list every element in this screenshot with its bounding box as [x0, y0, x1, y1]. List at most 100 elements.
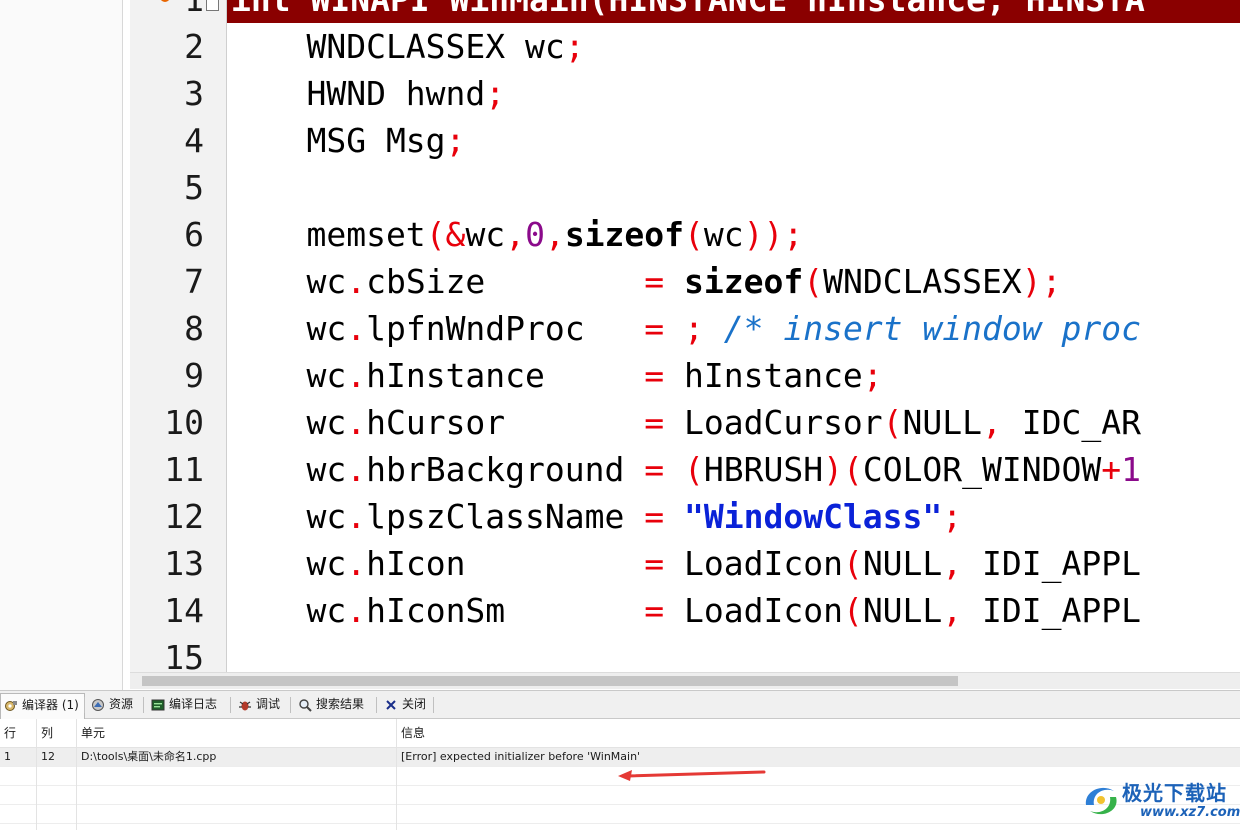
code-token: NULL: [862, 591, 943, 630]
close-icon: [386, 700, 396, 710]
code-token: );: [1021, 262, 1062, 301]
code-token: =: [644, 544, 665, 583]
code-token: .: [346, 591, 367, 630]
code-token: WNDCLASSEX: [823, 262, 1022, 301]
error-highlighted-line[interactable]: int WINAPI WinMain(HINSTANCE hInstance, …: [227, 0, 1240, 23]
tab-divider: [290, 697, 291, 713]
table-header: 行 列 单元 信息: [0, 719, 1240, 748]
line-number: 14: [164, 591, 204, 630]
code-token: (: [882, 403, 903, 442]
code-token: /* insert window proc: [723, 309, 1141, 348]
code-token: wc: [227, 262, 347, 301]
column-header-message[interactable]: 信息: [397, 719, 1240, 747]
code-token: LoadIcon: [664, 544, 843, 583]
fold-marker-icon[interactable]: [206, 0, 219, 11]
code-token: (: [684, 215, 704, 254]
code-token: memset: [227, 215, 426, 254]
code-line[interactable]: wc.hCursor = LoadCursor(NULL, IDC_AR: [227, 399, 1141, 446]
code-line[interactable]: wc.hbrBackground = (HBRUSH)(COLOR_WINDOW…: [227, 446, 1141, 493]
column-header-line[interactable]: 行: [0, 719, 36, 747]
code-token: wc: [703, 215, 744, 254]
code-token: ,: [982, 403, 1002, 442]
line-number: 1: [130, 0, 204, 23]
swirl-logo-icon: [1085, 787, 1117, 815]
column-divider: [76, 719, 77, 830]
tab-divider: [433, 697, 434, 713]
column-divider: [36, 719, 37, 830]
table-row[interactable]: [0, 786, 1240, 805]
code-token: ,: [942, 591, 963, 630]
tab-divider: [84, 697, 85, 713]
code-line[interactable]: wc.hIcon = LoadIcon(NULL, IDI_APPL: [227, 540, 1141, 587]
code-token: HBRUSH: [703, 450, 824, 489]
annotation-arrow-icon: [618, 770, 766, 781]
tab-compile-log[interactable]: 编译日志: [148, 694, 217, 715]
column-divider: [396, 719, 397, 830]
line-number: 13: [164, 544, 204, 583]
code-line[interactable]: wc.lpszClassName = "WindowClass";: [227, 493, 962, 540]
code-token: LoadIcon: [664, 591, 843, 630]
cell-line: 1: [4, 750, 11, 763]
code-token: wc: [227, 309, 347, 348]
code-token: 1: [1121, 450, 1141, 489]
code-editor[interactable]: 1 23456789101112131415 int WINAPI WinMai…: [0, 0, 1240, 690]
tab-debug[interactable]: 调试: [235, 694, 280, 715]
code-token: ;: [564, 27, 585, 66]
code-token: hIcon: [366, 544, 645, 583]
code-token: +: [1101, 450, 1122, 489]
cell-col: 12: [41, 750, 55, 763]
line-number: 4: [184, 121, 204, 160]
code-token: =: [644, 497, 665, 536]
tab-label: 搜索结果: [316, 697, 365, 711]
project-pane[interactable]: [0, 0, 123, 690]
column-header-col[interactable]: 列: [37, 719, 77, 747]
code-area[interactable]: int WINAPI WinMain(HINSTANCE hInstance, …: [227, 0, 1240, 672]
code-line[interactable]: memset(&wc,0,sizeof(wc));: [227, 211, 803, 258]
code-token: ;: [862, 356, 883, 395]
line-number-gutter: 1 2 3 4 5 6 7 8 9 10 11 12 13 14 15: [130, 0, 227, 672]
code-token: sizeof: [564, 215, 685, 254]
code-token: ,: [544, 215, 565, 254]
code-token: .: [346, 497, 367, 536]
code-token: MSG Msg: [227, 121, 446, 160]
code-line[interactable]: wc.hIconSm = LoadIcon(NULL, IDI_APPL: [227, 587, 1141, 634]
output-panel: 编译器 (1) 资源 编译日志 调试 搜索结果 关闭 行 列 单元 信息 1 1…: [0, 690, 1240, 830]
code-line[interactable]: WNDCLASSEX wc;: [227, 23, 585, 70]
tab-label: 资源: [109, 697, 134, 711]
tab-search-results[interactable]: 搜索结果: [295, 694, 364, 715]
code-line[interactable]: wc.hInstance = hInstance;: [227, 352, 883, 399]
code-token: NULL: [862, 544, 943, 583]
code-token: COLOR_WINDOW: [862, 450, 1102, 489]
column-header-unit[interactable]: 单元: [77, 719, 397, 747]
tab-label: 调试: [256, 697, 281, 711]
line-number: 12: [164, 497, 204, 536]
code-token: wc: [227, 591, 347, 630]
code-token: =: [644, 403, 665, 442]
code-line[interactable]: wc.cbSize = sizeof(WNDCLASSEX);: [227, 258, 1062, 305]
code-line[interactable]: HWND hwnd;: [227, 70, 505, 117]
compiler-icon: [5, 701, 17, 711]
code-token: (: [842, 544, 863, 583]
line-number: 8: [184, 309, 204, 348]
tab-resources[interactable]: 资源: [88, 694, 133, 715]
code-line[interactable]: wc.lpfnWndProc = ; /* insert window proc: [227, 305, 1141, 352]
tab-close[interactable]: 关闭: [381, 694, 426, 715]
code-token: =: [644, 262, 665, 301]
code-token: =: [644, 356, 665, 395]
tab-compiler[interactable]: 编译器 (1): [0, 693, 85, 719]
table-row[interactable]: [0, 805, 1240, 824]
horizontal-scrollbar[interactable]: [130, 672, 1240, 689]
code-token: hInstance: [664, 356, 863, 395]
scrollbar-thumb[interactable]: [142, 676, 958, 686]
code-token: lpfnWndProc: [366, 309, 645, 348]
output-tab-bar: 编译器 (1) 资源 编译日志 调试 搜索结果 关闭: [0, 691, 1240, 719]
code-token: NULL: [902, 403, 983, 442]
code-token: wc: [227, 497, 347, 536]
code-token: HWND hwnd: [227, 74, 486, 113]
code-line[interactable]: MSG Msg;: [227, 117, 465, 164]
tab-divider: [143, 697, 144, 713]
line-number: 3: [184, 74, 204, 113]
